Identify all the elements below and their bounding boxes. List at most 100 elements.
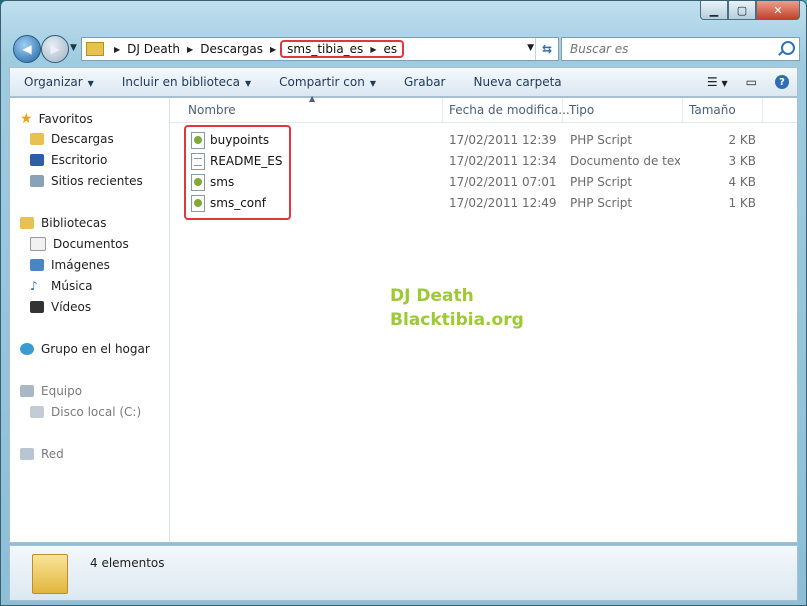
nav-computer[interactable]: Equipo [20, 384, 82, 398]
column-divider[interactable] [682, 98, 683, 122]
nav-local-disk-label: Disco local (C:) [51, 405, 142, 419]
nav-computer-label: Equipo [41, 384, 83, 398]
navigation-pane: ★ Favoritos Descargas Escritorio Sitios … [10, 98, 170, 542]
column-divider[interactable] [562, 98, 563, 122]
file-size: 4 KB [728, 175, 756, 189]
column-headers: Nombre ▲ Fecha de modifica... Tipo Tamañ… [170, 94, 797, 123]
breadcrumb-dj-death[interactable]: DJ Death [124, 42, 183, 56]
file-date: 17/02/2011 07:01 ... [449, 175, 561, 189]
item-count: 4 elementos [90, 556, 165, 570]
column-name[interactable]: Nombre [188, 103, 236, 117]
column-size[interactable]: Tamaño [689, 103, 736, 117]
maximize-button[interactable]: ▢ [728, 1, 756, 20]
search-icon[interactable] [781, 41, 795, 55]
file-type: PHP Script [570, 175, 633, 189]
forward-button[interactable]: ▶ [41, 35, 69, 63]
homegroup-icon [20, 343, 34, 355]
minimize-icon: ▁ [709, 3, 719, 17]
preview-pane-icon[interactable]: ▭ [746, 75, 757, 89]
nav-homegroup[interactable]: Grupo en el hogar [20, 342, 150, 356]
nav-network[interactable]: Red [20, 447, 64, 461]
libraries-icon [20, 217, 34, 229]
nav-homegroup-label: Grupo en el hogar [41, 342, 150, 356]
nav-videos[interactable]: Vídeos [30, 300, 91, 314]
music-icon: ♪ [30, 279, 38, 293]
nav-favorites-label: Favoritos [38, 112, 93, 126]
help-icon[interactable]: ? [775, 75, 789, 89]
column-divider[interactable] [442, 98, 443, 122]
breadcrumb-descargas[interactable]: Descargas [197, 42, 266, 56]
dropdown-arrow-icon: ▼ [87, 79, 94, 88]
include-in-library-button[interactable]: Incluir en biblioteca ▼ [108, 75, 265, 89]
column-type[interactable]: Tipo [569, 103, 594, 117]
burn-button[interactable]: Grabar [390, 75, 460, 89]
nav-libraries[interactable]: Bibliotecas [20, 216, 106, 230]
file-date: 17/02/2011 12:39 a... [449, 133, 561, 147]
watermark-line-2: Blacktibia.org [390, 310, 524, 330]
nav-network-label: Red [41, 447, 64, 461]
folder-icon [86, 42, 104, 56]
explorer-window: ▁ ▢ ✕ ◀ ▶ ▼ ▶ DJ Death ▶ Descargas ▶ sms… [0, 0, 807, 606]
search-input[interactable] [568, 41, 772, 57]
nav-desktop[interactable]: Escritorio [30, 153, 107, 167]
folder-icon [32, 554, 68, 594]
search-box[interactable] [561, 37, 800, 61]
breadcrumb-highlight: sms_tibia_es ▶ es [280, 40, 405, 58]
nav-libraries-label: Bibliotecas [41, 216, 107, 230]
breadcrumb-es[interactable]: es [380, 42, 400, 56]
chevron-right-icon[interactable]: ▶ [266, 45, 280, 54]
file-date: 17/02/2011 12:49 a... [449, 196, 561, 210]
maximize-icon: ▢ [736, 3, 748, 17]
column-date[interactable]: Fecha de modifica... [449, 103, 570, 117]
file-type: PHP Script [570, 196, 633, 210]
minimize-button[interactable]: ▁ [700, 1, 728, 20]
details-pane: 4 elementos [9, 545, 798, 601]
recent-pages-dropdown[interactable]: ▼ [70, 43, 77, 53]
navigation-bar: ◀ ▶ ▼ ▶ DJ Death ▶ Descargas ▶ sms_tibia… [11, 33, 800, 63]
organize-button[interactable]: Organizar ▼ [10, 75, 108, 89]
nav-music[interactable]: ♪ Música [30, 279, 93, 293]
dropdown-arrow-icon: ▼ [721, 79, 728, 88]
refresh-icon[interactable]: ⇆ [535, 38, 558, 60]
address-bar[interactable]: ▶ DJ Death ▶ Descargas ▶ sms_tibia_es ▶ … [81, 37, 559, 61]
dropdown-arrow-icon: ▼ [369, 79, 376, 88]
desktop-icon [30, 154, 44, 166]
forward-arrow-icon: ▶ [50, 42, 60, 56]
new-folder-button[interactable]: Nueva carpeta [459, 75, 575, 89]
back-button[interactable]: ◀ [13, 35, 41, 63]
change-view-button[interactable]: ☰ ▼ [707, 75, 728, 89]
nav-images-label: Imágenes [51, 258, 110, 272]
nav-images[interactable]: Imágenes [30, 258, 110, 272]
sort-up-icon: ▲ [309, 94, 316, 103]
star-icon: ★ [20, 111, 33, 127]
column-divider[interactable] [762, 98, 763, 122]
chevron-right-icon[interactable]: ▶ [183, 45, 197, 54]
chevron-right-icon[interactable]: ▶ [366, 45, 380, 54]
nav-local-disk[interactable]: Disco local (C:) [30, 405, 141, 419]
nav-recent[interactable]: Sitios recientes [30, 174, 143, 188]
nav-recent-label: Sitios recientes [51, 174, 143, 188]
organize-label: Organizar [24, 75, 83, 89]
downloads-folder-icon [30, 133, 44, 145]
chevron-right-icon[interactable]: ▶ [110, 45, 124, 54]
nav-music-label: Música [51, 279, 93, 293]
watermark: DJ Death Blacktibia.org [390, 284, 524, 332]
nav-desktop-label: Escritorio [51, 153, 108, 167]
back-arrow-icon: ◀ [22, 42, 32, 56]
nav-downloads[interactable]: Descargas [30, 132, 114, 146]
dropdown-arrow-icon: ▼ [245, 79, 252, 88]
images-icon [30, 259, 44, 271]
videos-icon [30, 301, 44, 313]
file-list: Nombre ▲ Fecha de modifica... Tipo Tamañ… [170, 94, 797, 542]
file-size: 1 KB [728, 196, 756, 210]
view-controls: ☰ ▼ ▭ ? [707, 75, 789, 89]
close-button[interactable]: ✕ [756, 1, 800, 20]
watermark-line-1: DJ Death [390, 286, 474, 306]
address-dropdown-icon[interactable]: ▼ [527, 43, 534, 53]
share-with-button[interactable]: Compartir con ▼ [265, 75, 390, 89]
nav-videos-label: Vídeos [51, 300, 92, 314]
nav-documents-label: Documentos [53, 237, 129, 251]
nav-favorites[interactable]: ★ Favoritos [20, 111, 93, 127]
breadcrumb-sms-tibia-es[interactable]: sms_tibia_es [284, 42, 366, 56]
nav-documents[interactable]: Documentos [30, 237, 129, 251]
